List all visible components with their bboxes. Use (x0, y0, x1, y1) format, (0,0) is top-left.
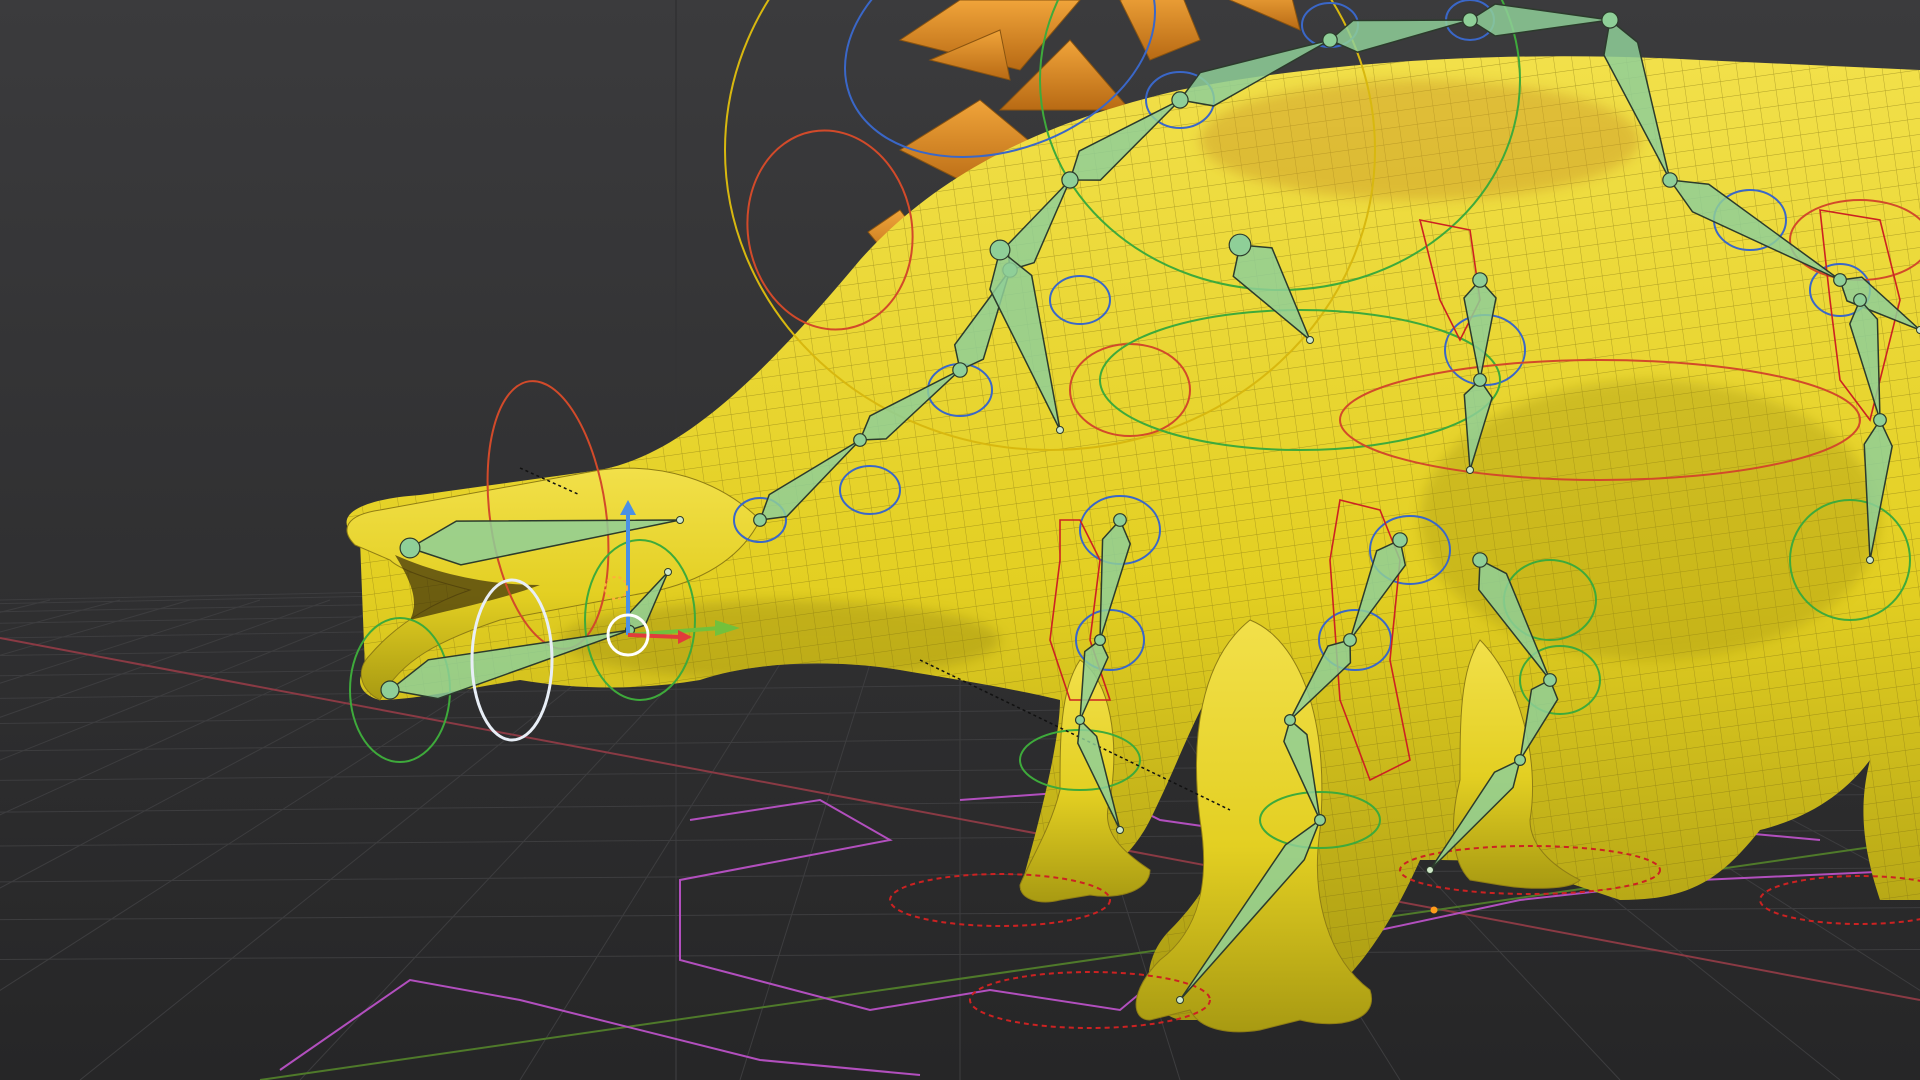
bone-spine-5-head[interactable] (1462, 12, 1478, 28)
bone-front-humerus-far-head[interactable] (1113, 513, 1127, 527)
bone-front-radius-near-head[interactable] (1343, 633, 1357, 647)
bone-hind-shin-head[interactable] (1543, 673, 1557, 687)
bone-upper-leg-head[interactable] (1473, 373, 1487, 387)
bone-shoulder-tail[interactable] (1306, 336, 1314, 344)
bone-tail-2-head[interactable] (1833, 273, 1847, 287)
bone-shoulder-head[interactable] (1228, 233, 1252, 257)
bone-head-upper-head[interactable] (399, 537, 421, 559)
bone-tail-leg-2-tail[interactable] (1866, 556, 1874, 564)
pivot-point (1430, 906, 1438, 914)
bone-neck-2-head[interactable] (853, 433, 867, 447)
bone-front-radius-far-head[interactable] (1093, 633, 1106, 646)
bone-front-foot-far-tail[interactable] (1116, 826, 1124, 834)
bone-shoulder-2-head[interactable] (1472, 272, 1488, 288)
bone-neck-3-head[interactable] (952, 362, 968, 378)
bone-front-metacarpal-near-head[interactable] (1283, 713, 1296, 726)
bone-spine-2-head[interactable] (1061, 171, 1079, 189)
bone-spine-4-head[interactable] (1322, 32, 1338, 48)
bone-front-humerus-near-head[interactable] (1392, 532, 1408, 548)
bone-tail-leg-2-head[interactable] (1873, 413, 1887, 427)
bone-tail-1-head[interactable] (1662, 172, 1678, 188)
bone-upper-leg-tail[interactable] (1466, 466, 1474, 474)
gizmo-x-axis[interactable] (627, 633, 681, 639)
bone-front-toe-near-tail[interactable] (1176, 996, 1184, 1004)
bone-hind-foot-tail[interactable] (1426, 866, 1434, 874)
bone-neck-1-head[interactable] (753, 513, 767, 527)
viewport-canvas[interactable] (0, 0, 1920, 1080)
bone-head-upper-tail[interactable] (676, 516, 684, 524)
bone-hind-foot-head[interactable] (1513, 753, 1526, 766)
bone-front-foot-far-head[interactable] (1074, 714, 1086, 726)
3d-viewport[interactable] (0, 0, 1920, 1080)
bone-tail-2-tail[interactable] (1916, 326, 1920, 334)
bone-hind-thigh-head[interactable] (1472, 552, 1488, 568)
bone-scapula-tail[interactable] (1056, 426, 1064, 434)
bone-jaw-head[interactable] (380, 680, 400, 700)
bone-front-toe-near-head[interactable] (1313, 813, 1326, 826)
bone-hip-head[interactable] (1601, 11, 1619, 29)
bone-spine-3-head[interactable] (1171, 91, 1189, 109)
bone-scapula-head[interactable] (989, 239, 1011, 261)
bone-jaw-root-tail[interactable] (664, 568, 672, 576)
bone-tail-leg-1-head[interactable] (1853, 293, 1867, 307)
